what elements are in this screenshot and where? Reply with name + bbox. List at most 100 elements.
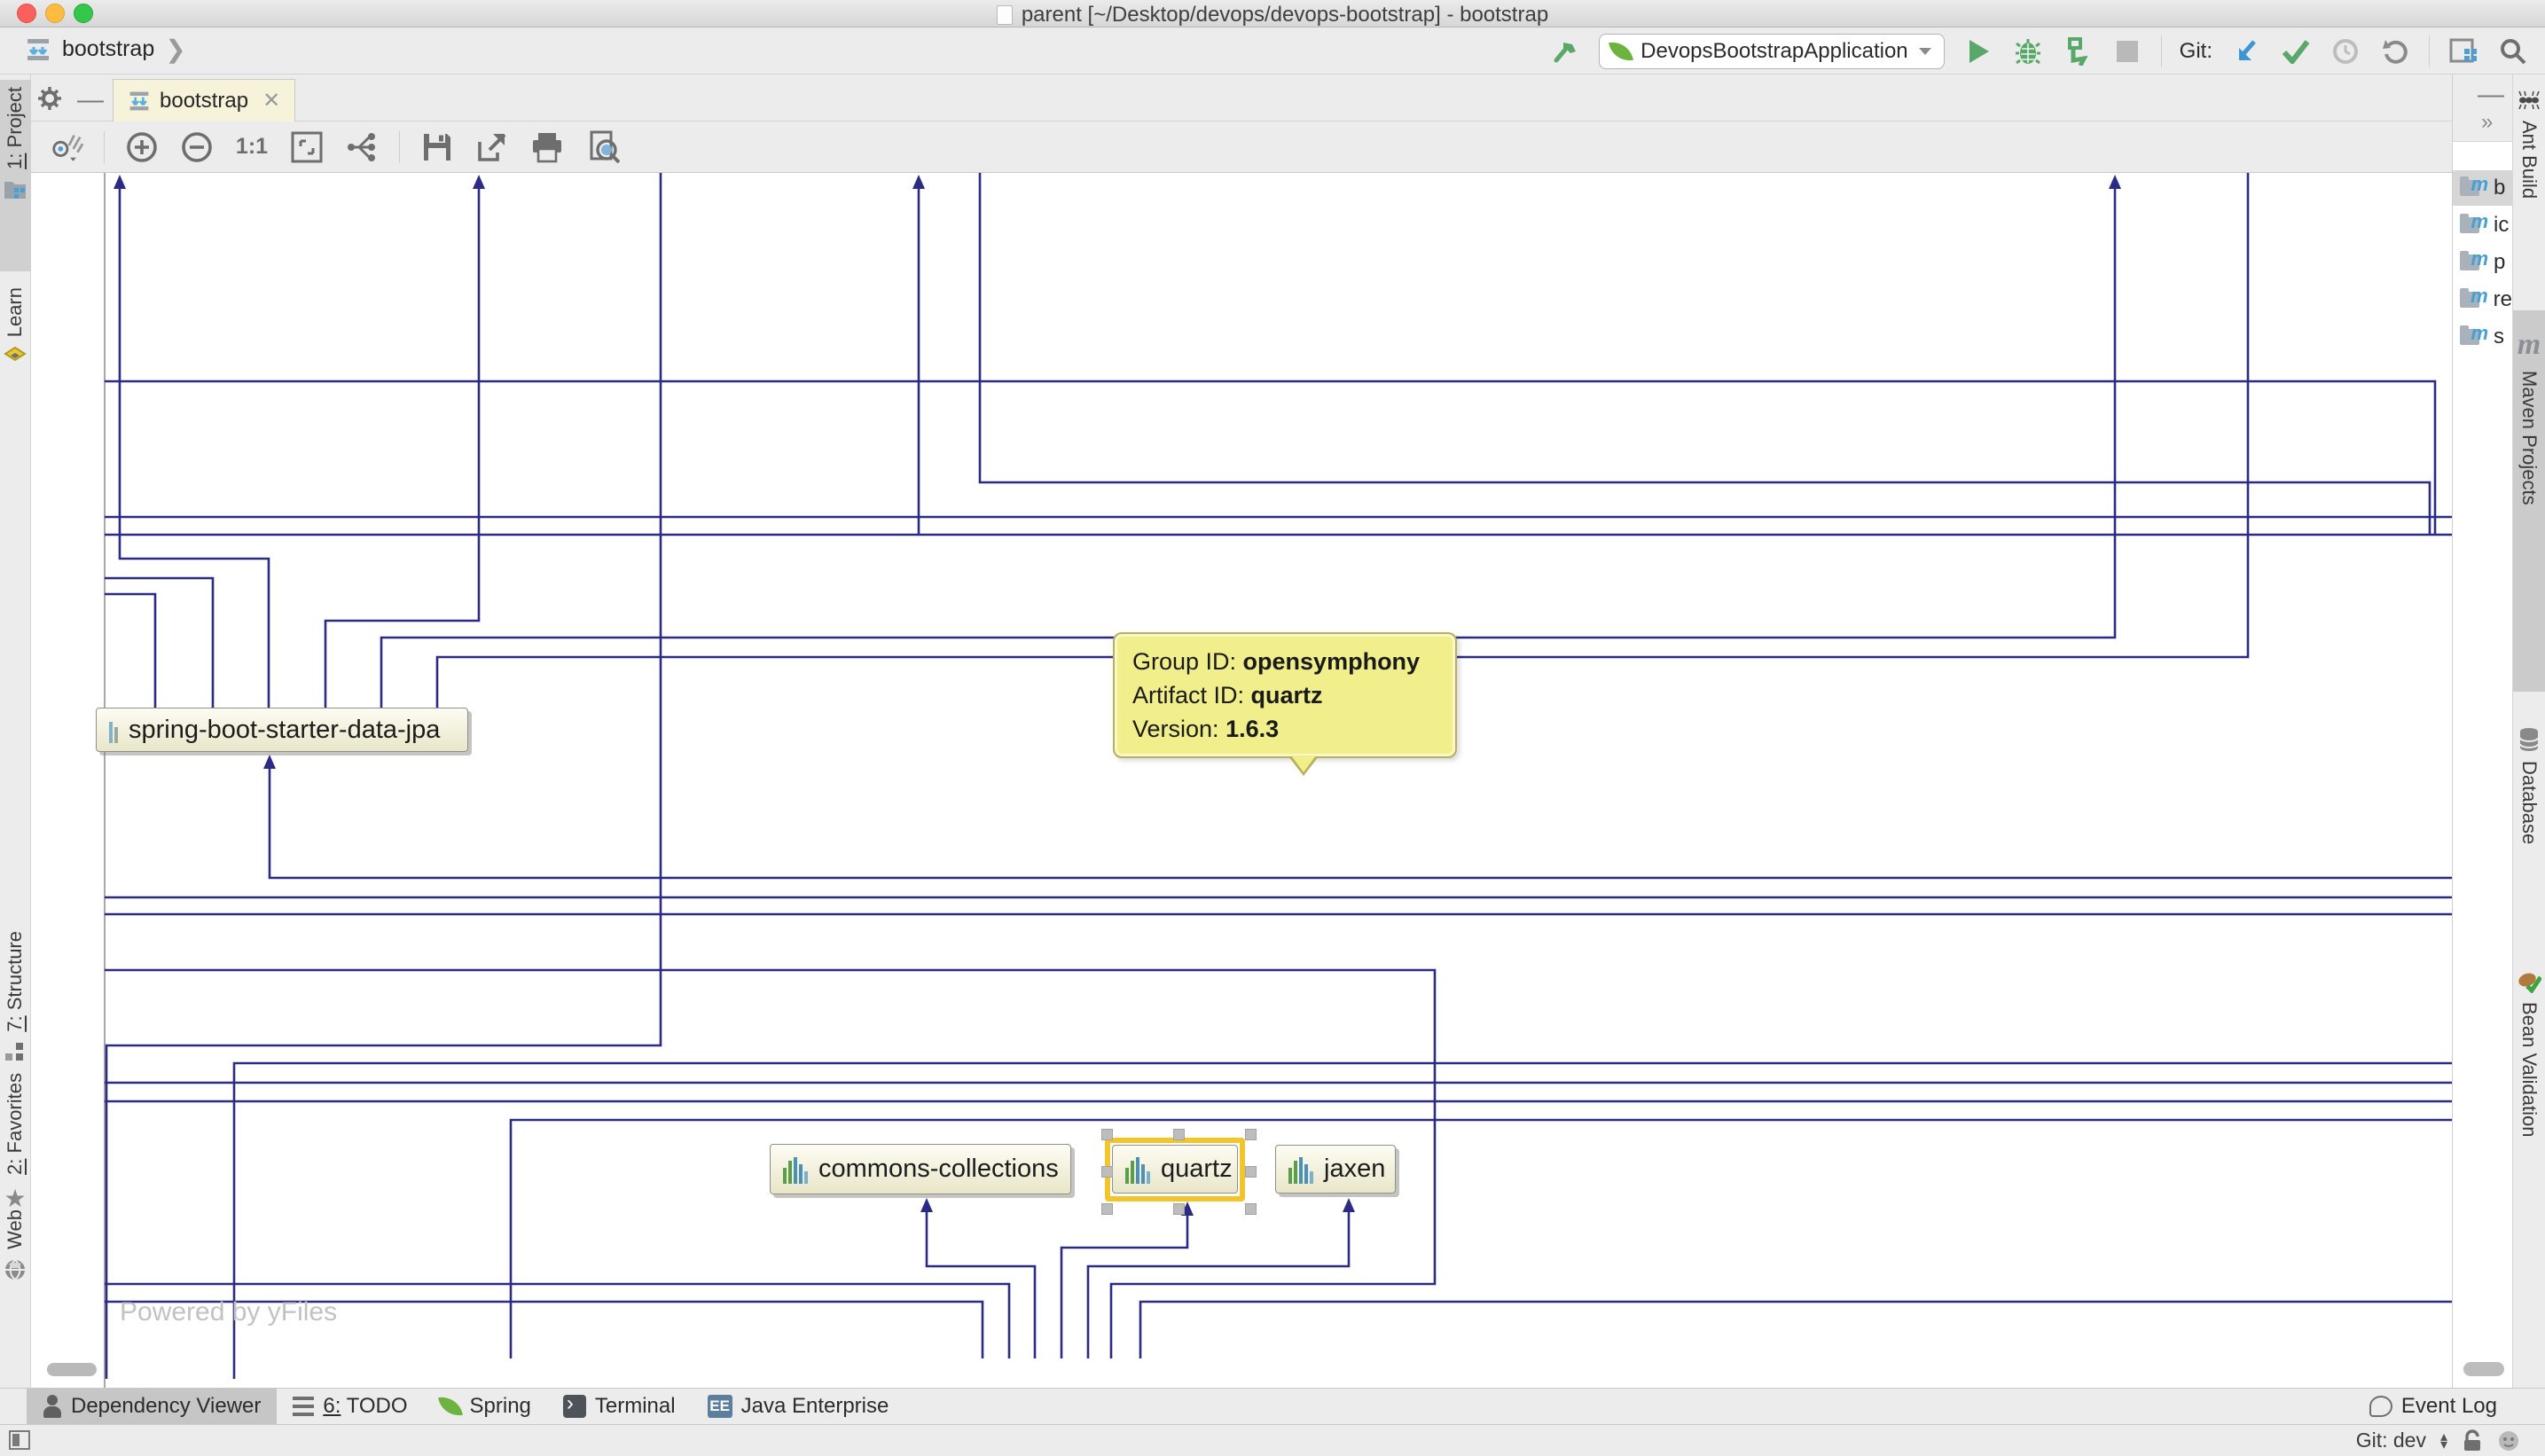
search-everywhere-icon[interactable] — [2497, 35, 2529, 67]
ant-build-label: Ant Build — [2518, 121, 2541, 199]
dependency-viewer-label: Dependency Viewer — [71, 1394, 261, 1419]
print-icon[interactable] — [529, 129, 565, 165]
bean-validation-icon — [2517, 970, 2541, 993]
toolwindow-event-log[interactable]: Event Log — [2353, 1389, 2513, 1425]
maven-module-row[interactable]: p — [2453, 245, 2512, 280]
build-hammer-icon[interactable] — [1549, 35, 1581, 67]
close-tab-icon[interactable]: ✕ — [262, 88, 280, 114]
tab-bootstrap[interactable]: bootstrap ✕ — [113, 79, 295, 121]
dependency-viewer-icon — [43, 1395, 62, 1418]
export-icon[interactable] — [474, 129, 510, 165]
maven-module-row[interactable]: ic — [2453, 207, 2512, 243]
chevron-down-icon — [1917, 46, 1933, 57]
panel-scrollbar-thumb[interactable] — [2463, 1362, 2504, 1376]
node-label: quartz — [1161, 1155, 1233, 1184]
vcs-update-button[interactable] — [2230, 35, 2262, 67]
sidebar-item-bean-validation[interactable]: Bean Validation — [2513, 970, 2545, 1138]
maven-module-row[interactable]: s — [2453, 319, 2512, 355]
sidebar-item-ant-build[interactable]: Ant Build — [2513, 89, 2545, 199]
sidebar-item-web[interactable]: Web — [0, 1209, 30, 1281]
terminal-label: Terminal — [595, 1394, 676, 1419]
hide-tabs-icon[interactable]: — — [77, 85, 104, 115]
save-icon[interactable] — [419, 129, 455, 165]
bean-validation-label: Bean Validation — [2518, 1002, 2541, 1138]
sidebar-item-learn[interactable]: Learn — [0, 287, 30, 369]
tooltip-version-row: Version: 1.6.3 — [1132, 712, 1437, 746]
status-bar-right: Git: dev ▴▾ — [2356, 1429, 2520, 1452]
rollback-button[interactable] — [2379, 35, 2411, 67]
toolwindow-dependency-viewer[interactable]: Dependency Viewer — [27, 1389, 277, 1425]
run-configuration-select[interactable]: DevopsBootstrapApplication — [1599, 34, 1945, 69]
todo-list-icon — [293, 1397, 314, 1416]
toolwindow-todo[interactable]: 6: TODO — [277, 1389, 423, 1425]
selection-handle[interactable] — [1101, 1203, 1113, 1215]
node-commons-collections[interactable]: commons-collections — [770, 1144, 1071, 1194]
project-folder-icon — [4, 178, 27, 200]
sidebar-item-maven-projects[interactable]: Maven Projects — [2513, 328, 2545, 505]
zoom-out-icon[interactable] — [179, 129, 215, 165]
toolwindow-spring[interactable]: Spring — [424, 1389, 547, 1425]
selection-handle[interactable] — [1245, 1129, 1257, 1140]
tooltip-group-row: Group ID: opensymphony — [1132, 645, 1437, 678]
artifact-bars-icon — [783, 1155, 810, 1184]
selection-handle[interactable] — [1101, 1166, 1113, 1178]
dependency-diagram-canvas[interactable]: spring-boot-starter-data-jpa commons-col… — [31, 173, 2452, 1388]
zoom-in-icon[interactable] — [124, 129, 160, 165]
database-icon — [2518, 727, 2540, 752]
print-preview-icon[interactable] — [584, 129, 620, 165]
window-title: parent [~/Desktop/devops/devops-bootstra… — [0, 3, 2545, 27]
overview-settings-icon[interactable] — [49, 129, 84, 165]
toggle-toolwindows-icon[interactable] — [9, 1430, 30, 1450]
node-jaxen[interactable]: jaxen — [1275, 1145, 1396, 1194]
maven-module-row[interactable]: b — [2453, 170, 2512, 206]
git-label: Git: — [2180, 39, 2212, 64]
debug-button[interactable] — [2012, 35, 2044, 67]
spring-label: Spring — [470, 1394, 531, 1419]
more-chevron-icon[interactable]: » — [2481, 110, 2493, 135]
favorites-label: 2: Favorites — [4, 1073, 27, 1175]
selection-handle[interactable] — [1245, 1203, 1257, 1215]
horizontal-scrollbar-thumb[interactable] — [47, 1363, 97, 1376]
write-lock-icon[interactable] — [2462, 1429, 2483, 1452]
tab-options-gear-icon[interactable] — [36, 85, 63, 112]
git-branch-widget[interactable]: Git: dev — [2356, 1429, 2426, 1452]
sidebar-item-structure[interactable]: 7: Structure — [0, 931, 30, 1061]
hide-panel-icon[interactable]: — — [2478, 80, 2504, 110]
fit-content-icon[interactable] — [289, 129, 325, 165]
breadcrumb-label[interactable]: bootstrap — [62, 36, 154, 62]
toolwindow-java-enterprise[interactable]: Java Enterprise — [692, 1389, 905, 1425]
maven-module-row[interactable]: re — [2453, 282, 2512, 317]
selection-handle[interactable] — [1173, 1203, 1185, 1215]
sidebar-item-database[interactable]: Database — [2513, 727, 2545, 844]
stop-button — [2111, 35, 2143, 67]
run-with-coverage-button[interactable] — [2062, 35, 2094, 67]
event-log-label: Event Log — [2401, 1394, 2497, 1419]
breadcrumb[interactable]: bootstrap ❯ — [25, 35, 186, 64]
apply-layout-icon[interactable] — [344, 129, 380, 165]
node-label: jaxen — [1324, 1155, 1385, 1184]
toolwindow-terminal[interactable]: Terminal — [547, 1389, 692, 1425]
maven-projects-panel: — » b ic p re s — [2452, 74, 2512, 1388]
ant-icon — [2518, 89, 2541, 112]
user-face-icon[interactable] — [2497, 1429, 2520, 1452]
macos-titlebar: parent [~/Desktop/devops/devops-bootstra… — [0, 0, 2545, 27]
node-quartz[interactable]: quartz — [1112, 1145, 1238, 1194]
vcs-commit-button[interactable] — [2280, 35, 2312, 67]
selection-handle[interactable] — [1245, 1166, 1257, 1178]
run-toolbar: DevopsBootstrapApplication Git: — [1549, 27, 2545, 74]
sidebar-item-project[interactable]: 1: Project — [0, 87, 30, 200]
module-label: p — [2494, 250, 2505, 275]
run-button[interactable] — [1962, 35, 1994, 67]
node-spring-boot-starter-data-jpa[interactable]: spring-boot-starter-data-jpa — [96, 708, 468, 752]
sidebar-item-favorites[interactable]: 2: Favorites — [0, 1073, 30, 1213]
toolwindows-button[interactable] — [2447, 35, 2479, 67]
structure-label: 7: Structure — [4, 931, 27, 1032]
dependency-edges — [31, 173, 2452, 1388]
artifact-tooltip: Group ID: opensymphony Artifact ID: quar… — [1113, 632, 1457, 758]
selection-handle[interactable] — [1101, 1129, 1113, 1140]
actual-size-icon[interactable]: 1:1 — [234, 129, 270, 165]
tooltip-artifact-row: Artifact ID: quartz — [1132, 678, 1437, 712]
maven-panel-header: — » — [2453, 74, 2512, 142]
selection-handle[interactable] — [1173, 1129, 1185, 1140]
tab-label: bootstrap — [160, 89, 248, 114]
